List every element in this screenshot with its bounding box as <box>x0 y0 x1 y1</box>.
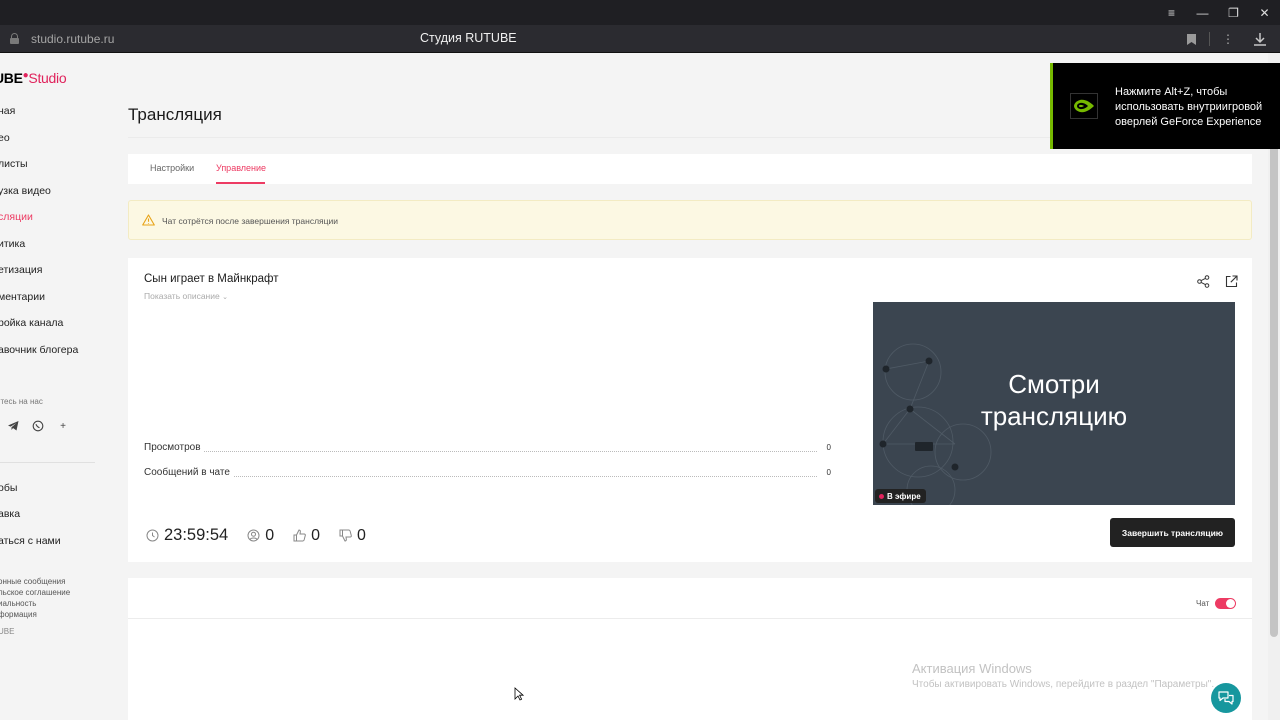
legal-link-messages[interactable]: онные сообщения <box>0 577 65 586</box>
page-viewport: UBE●Studio ная ео листы узка видео сляци… <box>0 53 1268 720</box>
show-description-toggle[interactable]: Показать описание ⌄ <box>144 291 228 301</box>
chat-bubbles-icon <box>1218 690 1234 705</box>
chevron-down-icon: ⌄ <box>222 294 228 301</box>
stream-title: Сын играет в Майнкрафт <box>144 273 279 285</box>
more-icon[interactable]: ⋮ <box>1214 25 1242 53</box>
thumbs-down-icon <box>338 529 352 543</box>
likes-count: 0 <box>292 527 320 545</box>
mouse-cursor-icon <box>514 687 524 701</box>
dotted-leader <box>204 476 817 477</box>
nvidia-logo-icon <box>1070 93 1098 119</box>
stat-chat-value: 0 <box>826 468 831 477</box>
page-tab-title: Студия RUTUBE <box>420 31 517 45</box>
windows-activation-title: Активация Windows <box>912 661 1032 676</box>
tab-settings[interactable]: Настройки <box>150 163 194 173</box>
sidebar-divider <box>0 462 95 463</box>
thumbs-up-icon <box>292 529 306 543</box>
sidebar-item-monetization[interactable]: етизация <box>0 264 42 276</box>
separator <box>1209 32 1210 46</box>
legal-link-info[interactable]: формация <box>0 610 37 619</box>
stream-actions <box>1196 274 1238 288</box>
geforce-overlay-notification: Нажмите Alt+Z, чтобы использовать внутри… <box>1050 63 1280 149</box>
viewers-count: 0 <box>246 527 274 545</box>
chat-warning-alert: Чат сотрётся после завершения трансляции <box>128 200 1252 240</box>
sidebar-item-upload[interactable]: узка видео <box>0 185 51 197</box>
clock-icon <box>145 529 159 543</box>
page-title: Трансляция <box>128 105 222 124</box>
dislikes-count: 0 <box>338 527 366 545</box>
dotted-leader <box>204 451 817 452</box>
preview-caption: Смотри трансляцию <box>980 369 1128 431</box>
live-dot-icon <box>879 493 884 499</box>
user-icon <box>246 529 260 543</box>
lock-icon <box>10 33 19 44</box>
tab-management[interactable]: Управление <box>216 163 266 173</box>
support-chat-button[interactable] <box>1211 683 1241 713</box>
sidebar-link-contact[interactable]: аться с нами <box>0 535 61 547</box>
sidebar-link-help[interactable]: авка <box>0 508 20 520</box>
sidebar-link-jobs[interactable]: обы <box>0 482 17 494</box>
share-icon[interactable] <box>1196 274 1210 288</box>
address-bar: studio.rutube.ru Студия RUTUBE ⋮ <box>0 25 1280 53</box>
close-icon[interactable]: ✕ <box>1249 0 1280 25</box>
alert-text: Чат сотрётся после завершения трансляции <box>162 216 339 226</box>
bookmark-icon[interactable] <box>1177 25 1205 53</box>
stream-preview[interactable]: Смотри трансляцию В эфире <box>873 302 1235 505</box>
warning-icon <box>142 214 155 226</box>
legal-link-privacy[interactable]: иальность <box>0 599 36 608</box>
sidebar-item-analytics[interactable]: итика <box>0 238 25 250</box>
stream-card: Сын играет в Майнкрафт Показать описание… <box>128 258 1252 562</box>
chat-toggle[interactable] <box>1215 598 1236 609</box>
end-stream-button[interactable]: Завершить трансляцию <box>1110 518 1235 547</box>
rutube-studio-logo[interactable]: UBE●Studio <box>0 70 67 86</box>
sidebar-item-streams[interactable]: сляции <box>0 211 33 223</box>
stat-views: Просмотров 0 <box>144 442 831 456</box>
sidebar-item-comments[interactable]: ментарии <box>0 291 45 303</box>
live-badge: В эфире <box>875 489 926 503</box>
legal-link-agreement[interactable]: льское соглашение <box>0 588 70 597</box>
plus-icon[interactable]: + <box>55 418 71 434</box>
restore-icon[interactable]: ❐ <box>1218 0 1249 25</box>
sidebar-item-videos[interactable]: ео <box>0 132 10 144</box>
download-icon[interactable] <box>1246 25 1274 53</box>
stat-views-value: 0 <box>826 443 831 452</box>
social-links: + <box>5 418 71 434</box>
sidebar-item-blogger-guide[interactable]: авочник блогера <box>0 344 78 356</box>
minimize-icon[interactable]: — <box>1187 0 1218 25</box>
tabs-bar: Настройки Управление <box>128 154 1252 184</box>
chat-toggle-label: Чат <box>1196 599 1210 608</box>
stream-counters: 23:59:54 0 0 0 <box>145 526 384 545</box>
chat-divider <box>128 618 1252 619</box>
geforce-overlay-text: Нажмите Alt+Z, чтобы использовать внутри… <box>1115 86 1263 128</box>
window-controls: ≡ — ❐ ✕ <box>1156 0 1280 25</box>
copyright: UBE <box>0 627 15 636</box>
sidebar: UBE●Studio ная ео листы узка видео сляци… <box>0 53 100 720</box>
address-bar-actions: ⋮ <box>1177 25 1274 53</box>
windows-activation-subtitle: Чтобы активировать Windows, перейдите в … <box>912 679 1215 690</box>
telegram-icon[interactable] <box>5 418 21 434</box>
page-scrollbar[interactable] <box>1268 53 1280 720</box>
menu-icon[interactable]: ≡ <box>1156 0 1187 25</box>
sidebar-item-playlists[interactable]: листы <box>0 158 28 170</box>
scrollbar-thumb[interactable] <box>1270 67 1278 637</box>
sidebar-item-channel-settings[interactable]: ройка канала <box>0 317 63 329</box>
timer: 23:59:54 <box>145 526 228 545</box>
stat-chat-messages: Сообщений в чате 0 <box>144 467 831 481</box>
stat-views-label: Просмотров <box>144 442 204 453</box>
chat-card: Чат <box>128 578 1252 720</box>
external-link-icon[interactable] <box>1224 274 1238 288</box>
stat-chat-label: Сообщений в чате <box>144 467 233 478</box>
url-field[interactable]: studio.rutube.ru <box>31 32 114 46</box>
active-tab-indicator <box>216 182 265 184</box>
window-titlebar: ≡ — ❐ ✕ <box>0 0 1280 25</box>
sidebar-item-home[interactable]: ная <box>0 105 15 117</box>
social-title: йтесь на нас <box>0 397 43 406</box>
viber-icon[interactable] <box>30 418 46 434</box>
